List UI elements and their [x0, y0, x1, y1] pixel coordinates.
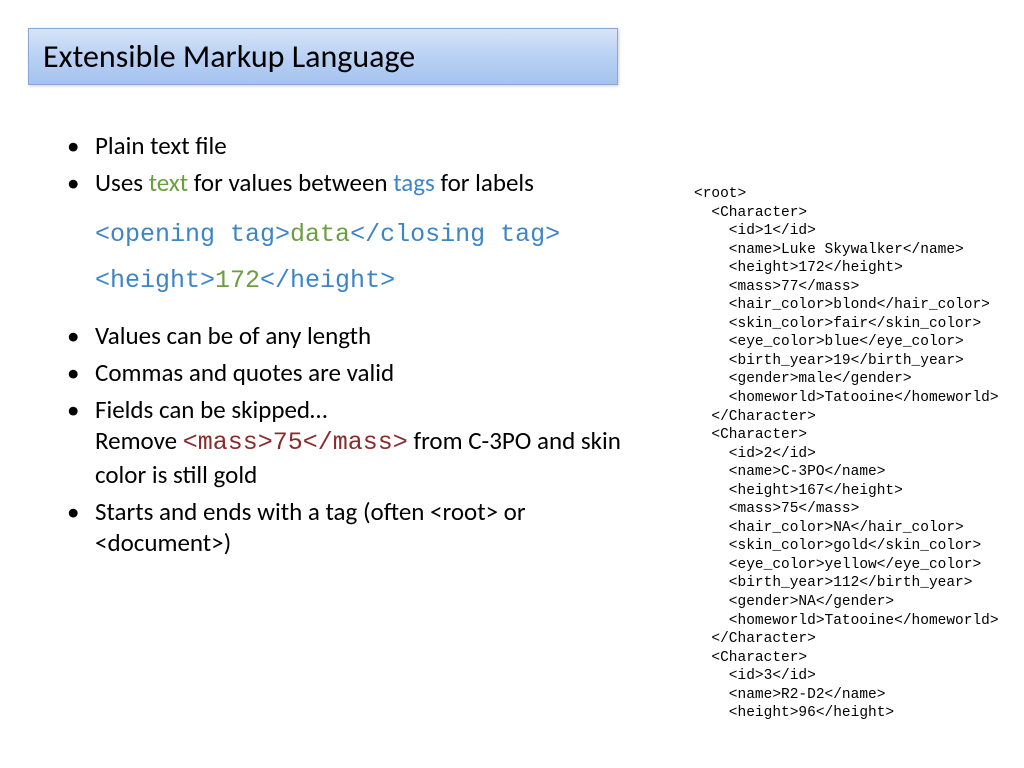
slide-title: Extensible Markup Language [28, 28, 618, 85]
mass-val: 75 [273, 428, 303, 457]
bullet-6: Starts and ends with a tag (often <root>… [55, 496, 655, 559]
mass-close: </mass> [303, 428, 408, 457]
bullet-5: Fields can be skipped… Remove <mass>75</… [55, 394, 655, 490]
open-tag: <opening tag> [95, 220, 290, 249]
tag-example: <opening tag>data</closing tag> <height>… [55, 219, 655, 298]
data-word: data [290, 220, 350, 249]
height-val: 172 [215, 266, 260, 295]
word-text: text [149, 167, 188, 198]
height-open: <height> [95, 266, 215, 295]
bullet-list-2: Values can be of any length Commas and q… [55, 320, 655, 559]
bullet-list: Plain text file Uses text for values bet… [55, 130, 655, 199]
height-close: </height> [260, 266, 395, 295]
title-text: Extensible Markup Language [43, 37, 415, 76]
xml-code-sample: <root> <Character> <id>1</id> <name>Luke… [694, 185, 1004, 723]
bullet-3: Values can be of any length [55, 320, 655, 351]
mass-open: <mass> [183, 428, 273, 457]
slide-content: Plain text file Uses text for values bet… [55, 130, 655, 564]
bullet-2: Uses text for values between tags for la… [55, 167, 655, 198]
bullet-4: Commas and quotes are valid [55, 357, 655, 388]
bullet-1: Plain text file [55, 130, 655, 161]
word-tags: tags [393, 167, 435, 198]
close-tag: </closing tag> [350, 220, 560, 249]
